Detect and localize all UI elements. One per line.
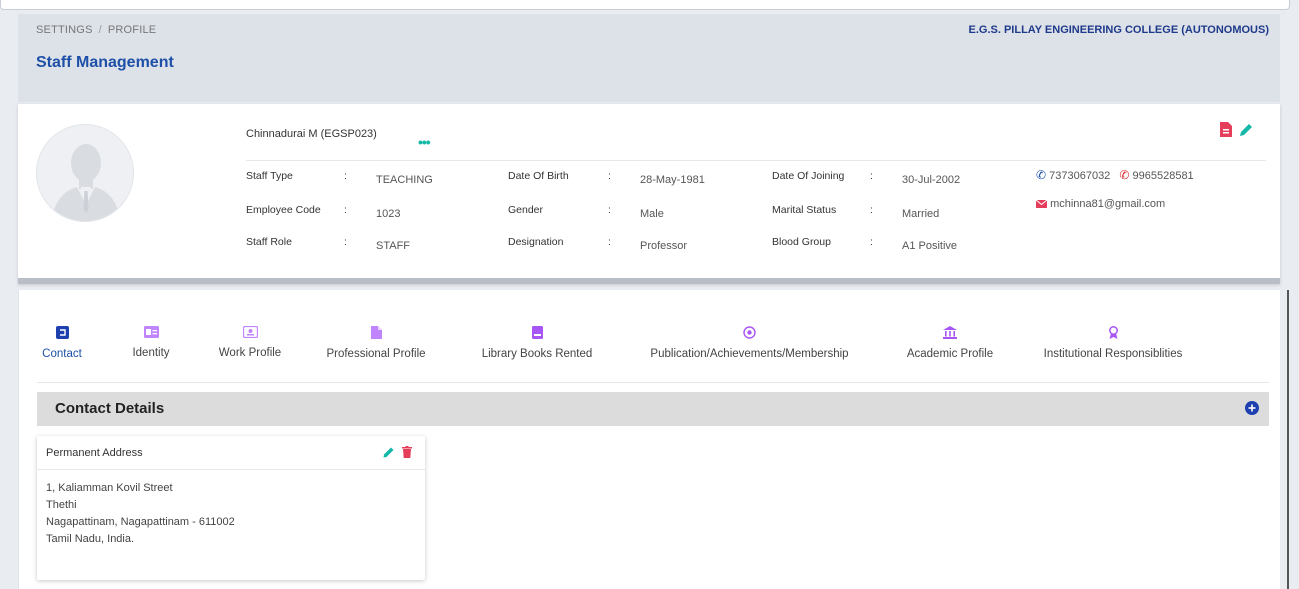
tab-label: Identity [132,347,170,359]
email-address[interactable]: mchinna81@gmail.com [1050,198,1165,210]
address-book-icon [37,326,87,342]
field-colon: : [870,170,873,182]
breadcrumb-settings[interactable]: SETTINGS [36,24,93,36]
field-label: Date Of Joining [772,170,845,182]
field-value: A1 Positive [902,240,958,252]
tab-label: Publication/Achievements/Membership [650,348,849,360]
id-badge-icon [205,325,295,341]
college-name: E.G.S. PILLAY ENGINEERING COLLEGE (AUTON… [968,24,1270,36]
avatar [36,124,134,222]
content-card: Contact Identity Work Profile Profession… [18,290,1280,589]
add-circle-icon[interactable] [1245,401,1259,418]
tab-institutional-responsiblities[interactable]: Institutional Responsiblities [1031,326,1195,360]
tabs-underline [37,382,1269,383]
section-title: Contact Details [55,400,165,417]
field-colon: : [344,236,347,248]
file-icon [311,326,441,342]
pencil-icon[interactable] [383,446,395,461]
address-line: 1, Kaliamman Kovil Street [46,482,173,494]
tab-academic-profile[interactable]: Academic Profile [899,326,1001,360]
field-value: Married [902,208,940,220]
field-label: Designation [508,236,564,248]
contact-details-header: Contact Details [37,392,1269,426]
field-label: Staff Type [246,170,293,182]
field-colon: : [608,204,611,216]
field-value: STAFF [376,240,411,252]
field-value: TEACHING [376,174,433,186]
tab-label: Professional Profile [326,348,426,360]
book-icon [471,326,603,342]
phone-numbers: ✆ 7373067032 ✆ 9965528581 [1036,168,1194,182]
field-value: 30-Jul-2002 [902,174,961,186]
permanent-address-card: Permanent Address 1, Kaliamman Kovil Str… [37,436,425,580]
email-line: mchinna81@gmail.com [1035,198,1165,211]
phone-icon: ✆ [1119,168,1130,182]
staff-name: Chinnadurai M (EGSP023) [246,128,377,140]
address-line: Nagapattinam, Nagapattinam - 611002 [46,516,235,528]
more-options-icon[interactable]: ••• [418,134,431,150]
field-colon: : [608,236,611,248]
tab-label: Academic Profile [906,348,994,360]
breadcrumb-profile: PROFILE [107,24,157,36]
field-colon: : [870,236,873,248]
tab-label: Work Profile [218,347,282,359]
field-label: Blood Group [772,236,831,248]
field-label: Employee Code [246,204,321,216]
edit-profile-icon[interactable] [1239,122,1254,140]
address-title: Permanent Address [46,447,143,459]
field-value: 28-May-1981 [640,174,705,186]
user-silhouette-icon [37,125,133,221]
profile-card: Chinnadurai M (EGSP023) ••• Staff Type :… [18,104,1280,284]
phone-secondary[interactable]: 9965528581 [1133,170,1194,182]
field-value: Professor [640,240,688,252]
field-value: Male [640,208,664,220]
tab-professional-profile[interactable]: Professional Profile [311,326,441,360]
tab-label: Institutional Responsiblities [1043,348,1183,360]
field-label: Date Of Birth [508,170,569,182]
tab-contact[interactable]: Contact [37,326,87,360]
field-colon: : [344,170,347,182]
top-bar-edge [0,0,1290,10]
address-card-header: Permanent Address [37,436,425,470]
badge-icon [627,326,872,342]
page-title: Staff Management [36,54,174,71]
tab-identity[interactable]: Identity [121,326,181,359]
phone-primary[interactable]: 7373067032 [1049,170,1110,182]
breadcrumb: SETTINGS / PROFILE [36,24,156,36]
award-icon [1031,326,1195,342]
phone-icon: ✆ [1036,168,1047,182]
pdf-icon[interactable] [1220,122,1232,140]
field-label: Staff Role [246,236,292,248]
address-body: 1, Kaliamman Kovil Street Thethi Nagapat… [37,470,425,558]
field-label: Marital Status [772,204,837,216]
tab-work-profile[interactable]: Work Profile [205,325,295,359]
field-colon: : [608,170,611,182]
trash-icon[interactable] [402,446,412,461]
breadcrumb-separator: / [98,24,102,36]
address-line: Tamil Nadu, India. [46,533,135,545]
university-icon [899,326,1001,342]
profile-divider [246,160,1266,161]
envelope-icon [1035,199,1048,211]
field-label: Gender [508,204,544,216]
address-line: Thethi [46,499,77,511]
id-card-icon [121,326,181,341]
field-colon: : [870,204,873,216]
field-value: 1023 [376,208,401,220]
field-colon: : [344,204,347,216]
tab-library-books-rented[interactable]: Library Books Rented [471,326,603,360]
tab-label: Contact [42,348,82,360]
scroll-edge [1287,290,1289,589]
tab-publication-achievements-membership[interactable]: Publication/Achievements/Membership [627,326,872,360]
tab-label: Library Books Rented [481,348,593,360]
